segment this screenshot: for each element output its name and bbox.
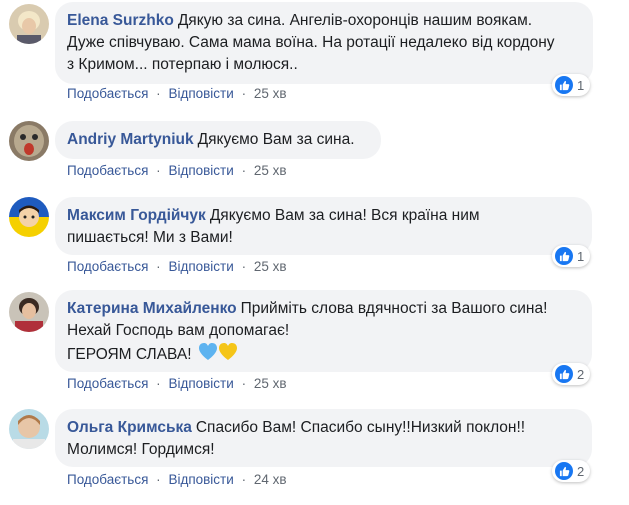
yellow-heart-icon <box>218 343 237 360</box>
comment-actions: Подобається · Відповісти · 25 хв <box>67 163 287 178</box>
comment-author[interactable]: Ольга Кримська <box>67 419 192 436</box>
comment-text: Дякуємо Вам за сина! Вся країна ним <box>209 207 480 224</box>
comment-bubble: Ольга Кримська Спасибо Вам! Спасибо сыну!… <box>55 409 592 467</box>
comment-actions: Подобається · Відповісти · 25 хв <box>67 259 287 274</box>
heart-emojis <box>198 342 238 369</box>
separator: · <box>156 376 161 391</box>
reaction-count[interactable]: 1 <box>552 74 591 96</box>
avatar[interactable] <box>9 197 49 237</box>
comment-text: Дякуємо Вам за сина. <box>197 131 355 148</box>
comment-author[interactable]: Andriy Martyniuk <box>67 131 194 148</box>
like-icon <box>555 247 573 265</box>
comment-actions: Подобається · Відповісти · 25 хв <box>67 376 287 391</box>
comment-text: Нехай Господь вам допомагає! <box>67 322 290 339</box>
comment-text: Прийміть слова вдячності за Вашого сина! <box>240 300 548 317</box>
reply-link[interactable]: Відповісти <box>168 376 233 391</box>
comment-author[interactable]: Максим Гордійчук <box>67 207 206 224</box>
comment-text: з Кримом... потерпаю і молюся.. <box>67 56 298 73</box>
avatar-image <box>9 292 49 332</box>
comment-author[interactable]: Катерина Михайленко <box>67 300 237 317</box>
timestamp[interactable]: 25 хв <box>254 259 287 274</box>
reaction-count[interactable]: 2 <box>552 460 591 482</box>
avatar-image <box>9 197 49 237</box>
comment-text: Спасибо Вам! Спасибо сыну!!Низкий поклон… <box>195 419 526 436</box>
reply-link[interactable]: Відповісти <box>168 472 233 487</box>
avatar[interactable] <box>9 292 49 332</box>
comment-text: Дякую за сина. Ангелів-охоронців нашим в… <box>177 12 533 29</box>
separator: · <box>156 472 161 487</box>
comment-actions: Подобається · Відповісти · 25 хв <box>67 86 287 101</box>
like-link[interactable]: Подобається <box>67 472 148 487</box>
avatar[interactable] <box>9 121 49 161</box>
reaction-number: 2 <box>577 463 585 479</box>
comment-bubble: Катерина Михайленко Прийміть слова вдячно… <box>55 290 592 372</box>
reaction-number: 1 <box>577 77 585 93</box>
reaction-number: 2 <box>577 366 585 382</box>
reaction-count[interactable]: 2 <box>552 363 591 385</box>
timestamp[interactable]: 25 хв <box>254 86 287 101</box>
reaction-count[interactable]: 1 <box>552 245 591 267</box>
reply-link[interactable]: Відповісти <box>168 86 233 101</box>
comment-line: Elena Surzhko Дякую за сина. Ангелів-охор… <box>67 10 581 32</box>
separator: · <box>241 376 247 391</box>
separator: · <box>156 163 161 178</box>
like-icon <box>555 462 573 480</box>
separator: · <box>156 86 161 101</box>
like-link[interactable]: Подобається <box>67 259 148 274</box>
comment-author[interactable]: Elena Surzhko <box>67 12 174 29</box>
reaction-number: 1 <box>577 248 585 264</box>
like-icon <box>555 365 573 383</box>
separator: · <box>156 259 161 274</box>
comment-bubble: Максим Гордійчук Дякуємо Вам за сина! Вся… <box>55 197 592 255</box>
blue-heart-icon <box>198 343 217 360</box>
comment-text: ГЕРОЯМ СЛАВА! <box>67 346 192 363</box>
avatar[interactable] <box>9 4 49 44</box>
comment-text: Дуже співчуваю. Сама мама воїна. На рота… <box>67 34 555 51</box>
reply-link[interactable]: Відповісти <box>168 259 233 274</box>
timestamp[interactable]: 25 хв <box>254 376 287 391</box>
comment-text: Молимся! Гордимся! <box>67 441 215 458</box>
separator: · <box>241 472 247 487</box>
avatar[interactable] <box>9 409 49 449</box>
avatar-image <box>9 4 49 44</box>
timestamp[interactable]: 25 хв <box>254 163 287 178</box>
comment-bubble: Andriy Martyniuk Дякуємо Вам за сина. <box>55 121 381 159</box>
separator: · <box>241 86 247 101</box>
timestamp[interactable]: 24 хв <box>254 472 287 487</box>
comment-bubble: Elena Surzhko Дякую за сина. Ангелів-охор… <box>55 2 593 84</box>
like-icon <box>555 76 573 94</box>
comment-actions: Подобається · Відповісти · 24 хв <box>67 472 287 487</box>
reply-link[interactable]: Відповісти <box>168 163 233 178</box>
avatar-image <box>9 121 49 161</box>
separator: · <box>241 259 247 274</box>
comment-text: пишається! Ми з Вами! <box>67 229 233 246</box>
avatar-image <box>9 409 49 449</box>
like-link[interactable]: Подобається <box>67 376 148 391</box>
like-link[interactable]: Подобається <box>67 86 148 101</box>
separator: · <box>241 163 247 178</box>
like-link[interactable]: Подобається <box>67 163 148 178</box>
